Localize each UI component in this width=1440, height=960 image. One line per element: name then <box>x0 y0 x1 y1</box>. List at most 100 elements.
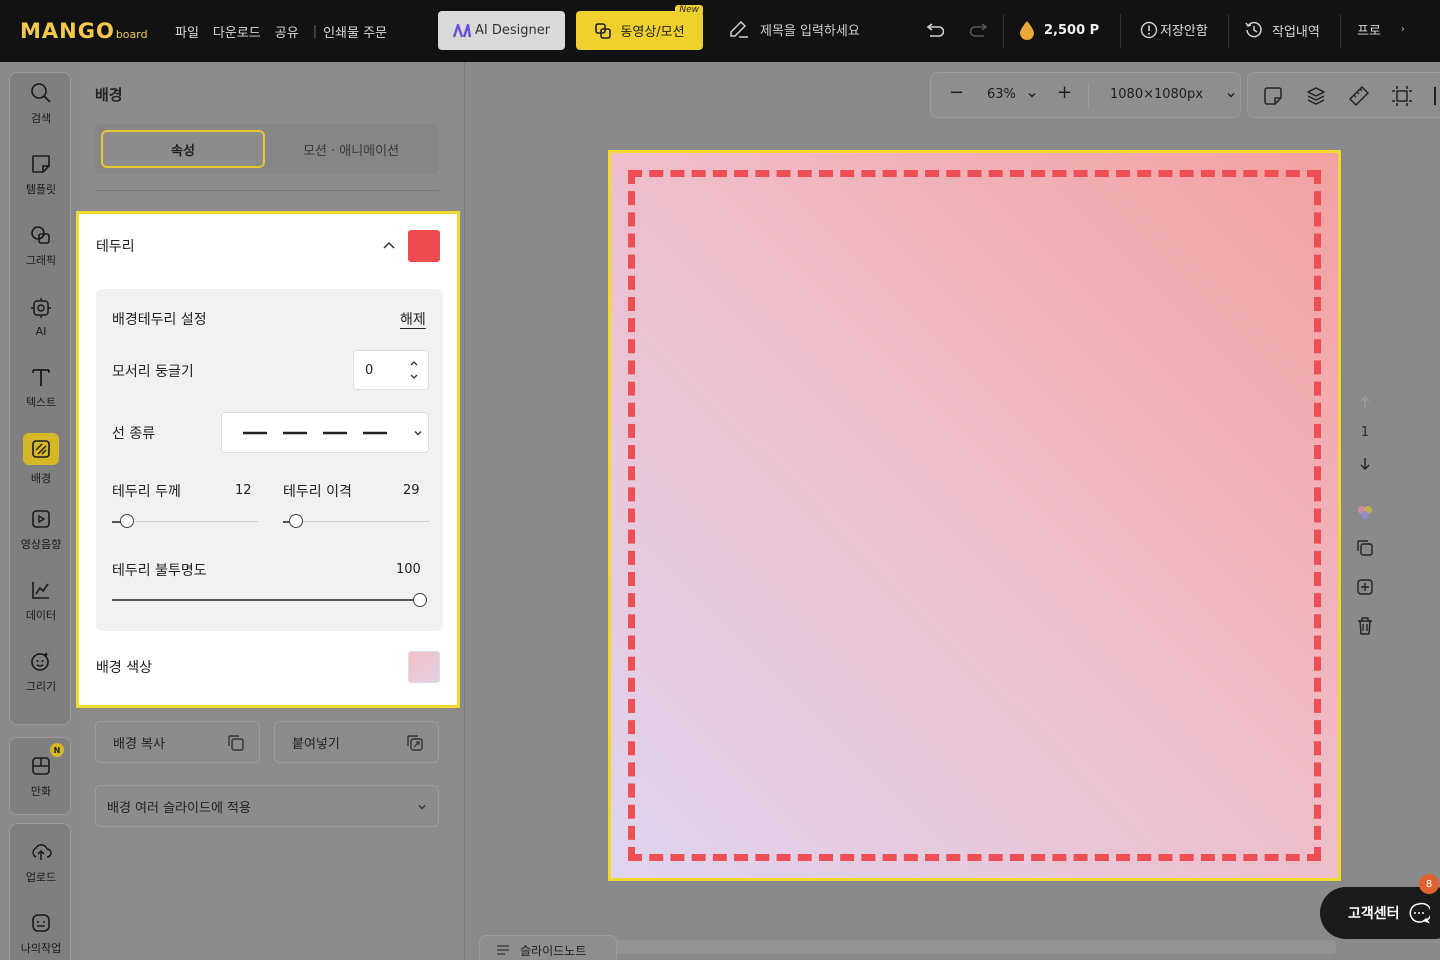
save-status[interactable]: 저장안함 <box>1140 20 1208 39</box>
menu-share[interactable]: 공유 <box>275 22 299 41</box>
sidebar-item-label: 검색 <box>30 112 52 125</box>
border-opacity-label: 테두리 불투명도 <box>112 563 207 579</box>
sidebar-item-text[interactable]: 텍스트 <box>10 357 72 419</box>
crop-frame-icon[interactable] <box>1391 85 1413 107</box>
page-up-button[interactable] <box>1350 390 1380 414</box>
sidebar-item-my-work[interactable]: 나의작업 <box>10 903 72 960</box>
sidebar-item-data[interactable]: 데이터 <box>10 570 72 632</box>
sidebar-item-graphic[interactable]: 그래픽 <box>10 215 72 277</box>
sidebar-item-comic[interactable]: 만화 <box>10 746 72 808</box>
design-canvas[interactable] <box>608 150 1341 881</box>
video-motion-button[interactable]: 동영상/모션 New <box>576 5 703 50</box>
points-value: 2,500 P <box>1044 22 1100 38</box>
zoom-in-button[interactable]: + <box>1057 82 1072 103</box>
border-thickness-value: 12 <box>235 483 252 498</box>
border-thickness-slider[interactable] <box>120 514 134 528</box>
background-color-swatch[interactable] <box>408 651 440 683</box>
sidebar-item-draw[interactable]: 그리기 <box>10 641 72 703</box>
border-offset-track[interactable] <box>283 521 429 522</box>
corner-radius-label: 모서리 둥글기 <box>112 364 194 380</box>
sidebar-item-label: 그래픽 <box>25 254 57 267</box>
logo[interactable]: MANGO board <box>20 19 148 43</box>
zoom-toolbar: − 63% + 1080×1080px <box>930 72 1241 118</box>
border-opacity-track[interactable] <box>112 599 422 601</box>
sidebar-item-template[interactable]: 템플릿 <box>10 144 72 206</box>
my-work-icon <box>32 914 50 932</box>
help-center-label: 고객센터 <box>1348 906 1400 922</box>
border-opacity-value: 100 <box>396 562 421 577</box>
paste-icon <box>407 735 423 751</box>
sidebar-item-background[interactable]: 배경 <box>10 428 72 490</box>
ai-designer-button[interactable]: AI Designer <box>438 11 565 50</box>
border-options: 배경테두리 설정 해제 모서리 둥글기 0 선 종류 테두리 두께 12 테두리… <box>96 289 443 631</box>
canvas-size-value: 1080×1080px <box>1110 87 1204 102</box>
save-status-label: 저장안함 <box>1160 24 1208 39</box>
menu-file[interactable]: 파일 <box>175 22 199 41</box>
color-palette-button[interactable] <box>1350 500 1380 524</box>
divider <box>1120 14 1121 48</box>
drop-icon <box>1020 21 1034 40</box>
chevron-down-icon <box>418 805 426 810</box>
slide-note-label: 슬라이드노트 <box>520 943 587 958</box>
sidebar-item-search[interactable]: 검색 <box>10 73 72 135</box>
help-center-button[interactable]: 고객센터 <box>1320 887 1440 939</box>
ai-designer-label: AI Designer <box>474 23 551 38</box>
chevron-up-icon[interactable] <box>381 238 397 254</box>
border-color-swatch[interactable] <box>408 230 440 262</box>
history-button[interactable]: 작업내역 <box>1244 20 1320 40</box>
stepper-icon[interactable] <box>408 358 420 382</box>
chevron-right-icon: › <box>1400 24 1405 35</box>
redo-button[interactable] <box>968 20 992 42</box>
release-border-link[interactable]: 해제 <box>400 309 426 329</box>
sidebar-item-label: 그리기 <box>25 680 57 693</box>
zoom-level-select[interactable]: 63% <box>987 87 1038 102</box>
history-label: 작업내역 <box>1272 24 1320 40</box>
paste-button[interactable]: 붙여넣기 <box>274 721 439 763</box>
canvas-dashed-border <box>628 170 1321 861</box>
menu-print-order[interactable]: 인쇄물 주문 <box>323 22 387 41</box>
apply-multi-slide-select[interactable]: 배경 여러 슬라이드에 적용 <box>95 785 439 827</box>
comic-tool-group: 만화 N <box>9 737 71 815</box>
border-offset-value: 29 <box>403 483 420 498</box>
pro-button[interactable]: 프로 › <box>1357 20 1405 39</box>
info-icon <box>1140 21 1158 38</box>
apply-multi-slide-label: 배경 여러 슬라이드에 적용 <box>107 800 251 816</box>
duplicate-page-button[interactable] <box>1350 536 1380 560</box>
title-input[interactable]: 제목을 입력하세요 <box>728 20 860 39</box>
add-page-button[interactable] <box>1350 575 1380 599</box>
tab-properties[interactable]: 속성 <box>101 130 265 168</box>
corner-radius-input[interactable]: 0 <box>353 350 429 390</box>
sidebar-item-label: 영상음향 <box>20 538 62 551</box>
sticker-icon[interactable] <box>1262 85 1284 107</box>
copy-background-button[interactable]: 배경 복사 <box>95 721 260 763</box>
canvas-size-select[interactable]: 1080×1080px <box>1110 87 1237 102</box>
sidebar-item-upload[interactable]: 업로드 <box>10 832 72 894</box>
tab-motion-animation[interactable]: 모션 · 애니메이션 <box>269 130 433 168</box>
logo-main: MANGO <box>20 19 115 43</box>
sidebar-item-video-audio[interactable]: 영상음향 <box>10 499 72 561</box>
undo-button[interactable] <box>922 20 946 42</box>
more-icon[interactable] <box>1434 87 1436 105</box>
ruler-icon[interactable] <box>1348 85 1370 107</box>
delete-page-button[interactable] <box>1350 614 1380 638</box>
menu-download[interactable]: 다운로드 <box>213 22 261 41</box>
layers-icon[interactable] <box>1305 85 1327 107</box>
sidebar-item-label: 나의작업 <box>20 942 62 955</box>
sidebar-item-ai[interactable]: AI <box>10 286 72 348</box>
page-down-button[interactable] <box>1350 452 1380 476</box>
search-icon <box>31 83 51 103</box>
line-type-label: 선 종류 <box>112 426 156 442</box>
line-type-select[interactable] <box>221 412 429 453</box>
border-opacity-slider[interactable] <box>413 593 427 607</box>
copy-background-label: 배경 복사 <box>113 736 165 752</box>
undo-icon <box>926 23 944 37</box>
duplicate-icon <box>1357 540 1373 556</box>
zoom-out-button[interactable]: − <box>949 82 964 103</box>
border-offset-slider[interactable] <box>289 514 303 528</box>
arrow-up-icon <box>1360 396 1370 408</box>
logo-sub: board <box>115 28 148 41</box>
add-page-icon <box>1357 579 1373 595</box>
points-button[interactable]: 2,500 P <box>1018 20 1099 40</box>
comic-icon <box>32 757 50 775</box>
slide-note-tab[interactable]: 슬라이드노트 <box>479 935 617 960</box>
